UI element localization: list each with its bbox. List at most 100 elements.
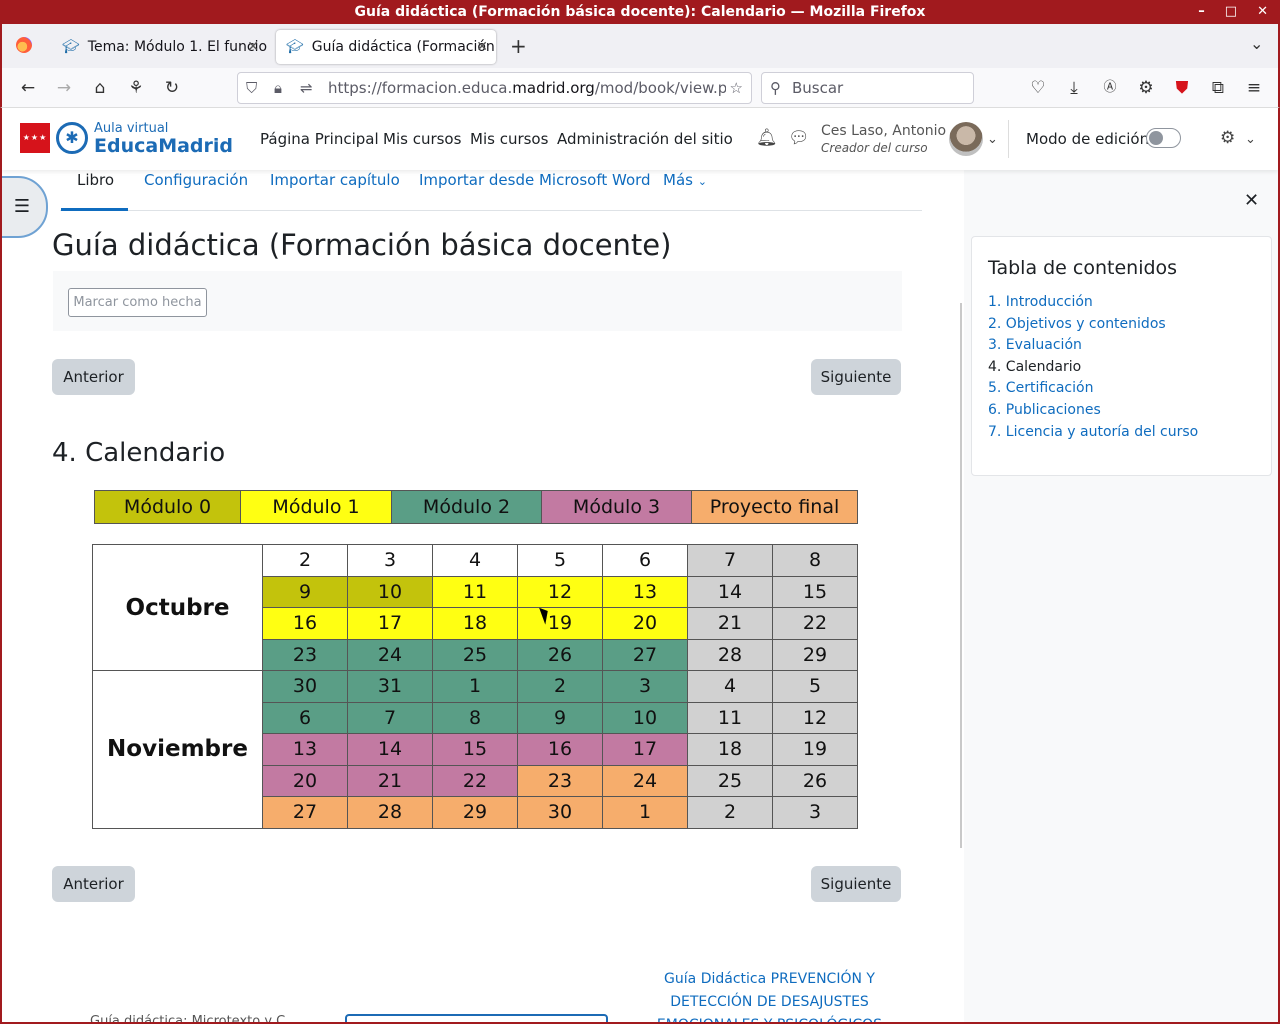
close-window-button[interactable]: ✕	[1257, 0, 1268, 24]
next-activity-link[interactable]: Guía Didáctica PREVENCIÓN Y DETECCIÓN DE…	[642, 968, 897, 1022]
calendar-day-cell: 19	[517, 607, 603, 640]
prev-button[interactable]: Anterior	[52, 359, 135, 395]
downloads-icon[interactable]: ⤓	[1062, 76, 1086, 100]
calendar-day-cell: 20	[602, 607, 688, 640]
calendar-day-cell: 4	[432, 544, 518, 577]
chapter-title: 4. Calendario	[52, 438, 226, 468]
calendar-day-cell: 13	[262, 733, 348, 766]
calendar-day-cell: 19	[772, 733, 858, 766]
tab-modulo-1[interactable]: 🎓︎ Tema: Módulo 1. El funcio ✕	[52, 30, 267, 64]
next-button-bottom[interactable]: Siguiente	[811, 866, 901, 902]
minimize-button[interactable]: –	[1198, 0, 1205, 24]
calendar-day-cell: 22	[772, 607, 858, 640]
list-icon: ☰	[13, 196, 31, 217]
prev-activity-link[interactable]: Guía didáctica: Microtexto y C	[90, 1014, 285, 1022]
toc-item[interactable]: 4. Calendario	[988, 359, 1081, 375]
tab-libro[interactable]: Libro	[77, 171, 114, 189]
extension-puzzle-icon[interactable]: ⚘	[124, 76, 148, 100]
edit-mode-toggle[interactable]	[1146, 128, 1181, 148]
calendar-day-cell: 15	[432, 733, 518, 766]
calendar-day-cell: 10	[602, 701, 688, 734]
toc-item[interactable]: 2. Objetivos y contenidos	[988, 316, 1166, 332]
nav-administracion[interactable]: Administración del sitio	[557, 130, 733, 148]
bookmark-star-icon[interactable]: ☆	[725, 73, 743, 103]
user-name[interactable]: Ces Laso, Antonio	[821, 123, 946, 139]
extensions-icon[interactable]: ⧉	[1206, 76, 1230, 100]
calendar-day-cell: 11	[687, 701, 773, 734]
nav-mis-cursos[interactable]: Mis cursos	[383, 130, 461, 148]
logo-title[interactable]: EducaMadrid	[94, 135, 233, 157]
new-tab-button[interactable]: +	[510, 34, 527, 58]
search-icon: ⚲	[770, 79, 781, 97]
tab-guia-didactica[interactable]: 🎓︎ Guía didáctica (Formación ✕	[276, 30, 496, 64]
toc-title: Tabla de contenidos	[988, 257, 1178, 279]
calendar-day-cell: 30	[517, 796, 603, 829]
pocket-icon[interactable]: ♡	[1026, 76, 1050, 100]
calendar-day-cell: 18	[432, 607, 518, 640]
toc-item[interactable]: 5. Certificación	[988, 380, 1093, 396]
close-drawer-icon[interactable]: ✕	[1244, 190, 1259, 211]
search-input[interactable]: ⚲ Buscar	[761, 72, 974, 104]
tab-configuracion[interactable]: Configuración	[144, 171, 248, 189]
calendar-day-cell: 4	[687, 670, 773, 703]
home-icon[interactable]: ⌂	[88, 76, 112, 100]
calendar-day-cell: 14	[687, 575, 773, 608]
avatar[interactable]	[949, 122, 983, 156]
bell-icon[interactable]: 🔔︎	[756, 128, 778, 148]
calendar-day-cell: 5	[772, 670, 858, 703]
course-index-toggle[interactable]: ☰	[2, 176, 48, 238]
shield-icon[interactable]: ⛉	[246, 73, 257, 103]
calendar-day-cell: 8	[772, 544, 858, 577]
tab-importar-word[interactable]: Importar desde Microsoft Word	[419, 171, 651, 189]
back-icon[interactable]: ←	[16, 76, 40, 100]
lock-icon[interactable]: 🔒︎	[274, 73, 282, 103]
accessibility-gear-icon[interactable]: ⚙	[1220, 128, 1235, 148]
url-bar[interactable]: ⛉ 🔒︎ ⇌ https://formacion.educa.madrid.or…	[237, 72, 752, 104]
reload-icon[interactable]: ↻	[160, 76, 184, 100]
calendar-day-cell: 7	[347, 701, 433, 734]
maximize-button[interactable]: □	[1225, 0, 1237, 24]
chat-bubble-icon[interactable]: 💬︎	[788, 128, 810, 148]
scrollbar[interactable]	[960, 303, 962, 848]
ublock-icon[interactable]: ⛊	[1170, 76, 1194, 100]
month-label-noviembre: Noviembre	[92, 670, 263, 829]
nav-pagina-principal[interactable]: Página Principal	[260, 130, 379, 148]
chevron-down-icon[interactable]: ⌄	[1245, 132, 1256, 147]
list-tabs-icon[interactable]: ⌄	[1250, 34, 1263, 53]
account-icon[interactable]: Ⓐ	[1098, 76, 1122, 100]
forward-icon[interactable]: →	[52, 76, 76, 100]
close-tab-icon[interactable]: ✕	[476, 39, 488, 55]
tab-bar: 🎓︎ Tema: Módulo 1. El funcio ✕ 🎓︎ Guía d…	[0, 24, 1280, 68]
menu-icon[interactable]: ≡	[1242, 76, 1266, 100]
comunidad-madrid-logo[interactable]: ★★★	[20, 123, 50, 153]
extension-icon[interactable]: ⚙	[1134, 76, 1158, 100]
tab-mas[interactable]: Más ⌄	[663, 171, 707, 189]
mark-done-button[interactable]: Marcar como hecha	[68, 288, 207, 317]
legend-modulo-3: Módulo 3	[542, 491, 692, 523]
nav-bar: ← → ⌂ ⚘ ↻ ⛉ 🔒︎ ⇌ https://formacion.educa…	[0, 68, 1280, 108]
calendar-row: Octubre 2 3 4 5 6 7 8	[92, 544, 858, 671]
calendar-day-cell: 23	[517, 764, 603, 797]
secondary-nav: Libro Configuración Importar capítulo Im…	[60, 170, 922, 211]
close-tab-icon[interactable]: ✕	[247, 39, 259, 55]
calendar-day-cell: 12	[772, 701, 858, 734]
calendar-day-cell: 17	[347, 607, 433, 640]
calendar-day-cell: 16	[517, 733, 603, 766]
toc-item[interactable]: 1. Introducción	[988, 294, 1093, 310]
prev-button-bottom[interactable]: Anterior	[52, 866, 135, 902]
calendar-day-cell: 14	[347, 733, 433, 766]
educamadrid-logo-icon[interactable]: ✱	[56, 122, 88, 154]
nav-mis-cursos-2[interactable]: Mis cursos	[470, 130, 548, 148]
permissions-icon[interactable]: ⇌	[300, 73, 313, 103]
toc-item[interactable]: 6. Publicaciones	[988, 402, 1101, 418]
toc-item[interactable]: 7. Licencia y autoría del curso	[988, 424, 1198, 440]
chevron-down-icon[interactable]: ⌄	[987, 132, 998, 147]
calendar-day-cell: 6	[262, 701, 348, 734]
firefox-view-icon[interactable]	[16, 37, 32, 53]
calendar-day-cell: 30	[262, 670, 348, 703]
calendar-legend: Módulo 0 Módulo 1 Módulo 2 Módulo 3 Proy…	[94, 490, 858, 524]
tab-importar-capitulo[interactable]: Importar capítulo	[270, 171, 400, 189]
next-button[interactable]: Siguiente	[811, 359, 901, 395]
jump-to-select[interactable]	[345, 1014, 608, 1022]
toc-item[interactable]: 3. Evaluación	[988, 337, 1082, 353]
